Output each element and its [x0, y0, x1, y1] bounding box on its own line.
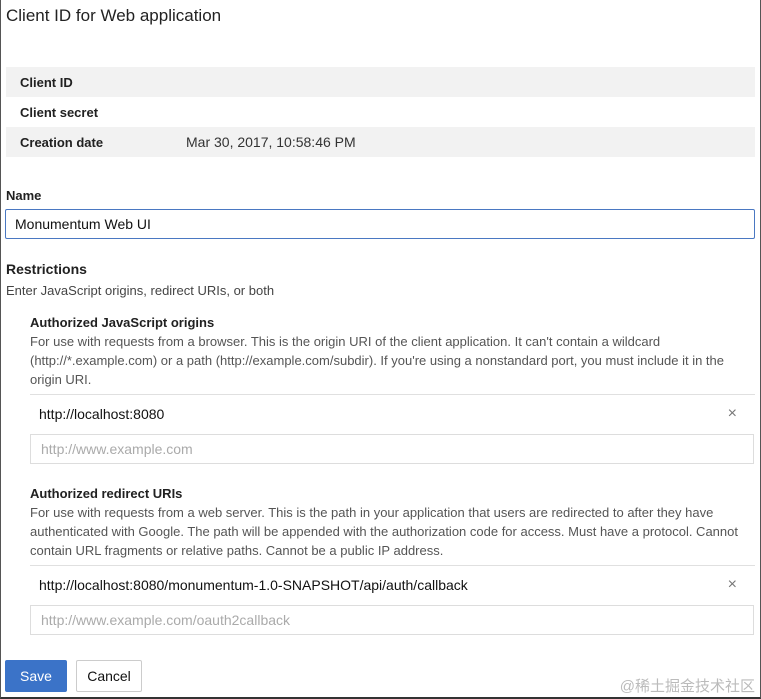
- cancel-button[interactable]: Cancel: [76, 660, 142, 692]
- remove-origin-icon[interactable]: ×: [728, 395, 737, 433]
- name-input[interactable]: Monumentum Web UI: [5, 209, 755, 239]
- creation-date-value: Mar 30, 2017, 10:58:46 PM: [186, 134, 356, 150]
- redirect-value: http://localhost:8080/monumentum-1.0-SNA…: [39, 577, 468, 593]
- client-secret-label: Client secret: [20, 104, 99, 120]
- redirects-label: Authorized redirect URIs: [30, 486, 183, 501]
- redirect-input[interactable]: http://www.example.com/oauth2callback: [30, 605, 754, 635]
- client-id-label: Client ID: [20, 74, 73, 90]
- watermark: @稀土掘金技术社区: [619, 678, 755, 695]
- redirect-item: http://localhost:8080/monumentum-1.0-SNA…: [30, 565, 755, 603]
- client-info: Client ID Client secret Creation date Mar…: [6, 67, 755, 157]
- client-secret-row: Client secret: [6, 97, 755, 127]
- origins-help: For use with requests from a browser. Th…: [30, 334, 724, 387]
- origins-label: Authorized JavaScript origins: [30, 315, 215, 330]
- creation-date-row: Creation date Mar 30, 2017, 10:58:46 PM: [6, 127, 755, 157]
- origin-item: http://localhost:8080 ×: [30, 394, 755, 432]
- origin-value: http://localhost:8080: [39, 406, 165, 422]
- save-button[interactable]: Save: [5, 660, 67, 692]
- creation-date-label: Creation date: [20, 134, 104, 150]
- remove-redirect-icon[interactable]: ×: [728, 566, 737, 604]
- redirects-help: For use with requests from a web server.…: [30, 505, 738, 558]
- restrictions-hint: Enter JavaScript origins, redirect URIs,…: [6, 283, 275, 298]
- page-title: Client ID for Web application: [6, 6, 222, 25]
- restrictions-heading: Restrictions: [6, 261, 87, 277]
- client-id-row: Client ID: [6, 67, 755, 97]
- name-label: Name: [6, 188, 42, 203]
- origin-input[interactable]: http://www.example.com: [30, 434, 754, 464]
